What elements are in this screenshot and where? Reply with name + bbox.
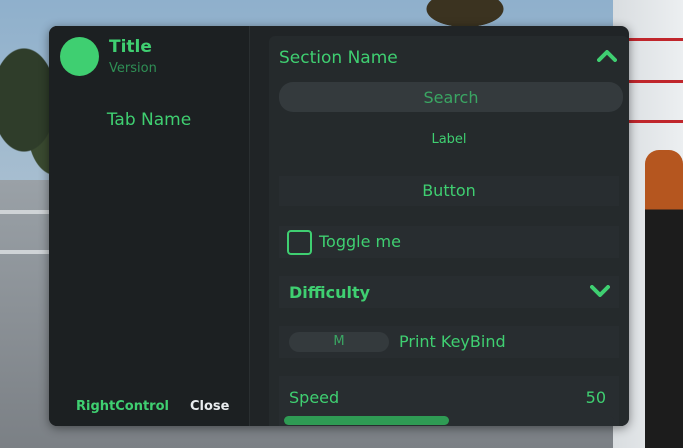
- avatar: [60, 37, 99, 76]
- difficulty-dropdown[interactable]: Difficulty: [279, 276, 619, 308]
- window-title: Title: [109, 37, 152, 57]
- keybind-row: M Print KeyBind: [279, 326, 619, 358]
- section-panel: Section Name Label Button Toggle me Diff…: [269, 36, 629, 426]
- section-title: Section Name: [279, 48, 398, 68]
- slider-track[interactable]: [284, 416, 614, 425]
- action-button[interactable]: Button: [279, 176, 619, 206]
- character: [645, 150, 683, 448]
- close-button[interactable]: Close: [190, 399, 229, 414]
- keybind-label: Print KeyBind: [399, 332, 506, 351]
- dropdown-label: Difficulty: [289, 283, 371, 302]
- keybind-button[interactable]: M: [289, 332, 389, 352]
- ui-window: Title Version Tab Name RightControl Clos…: [49, 26, 629, 426]
- sidebar: Title Version Tab Name RightControl Clos…: [49, 26, 250, 426]
- speed-slider: Speed 50: [279, 376, 619, 426]
- chevron-down-icon: [590, 285, 610, 297]
- toggle-row[interactable]: Toggle me: [279, 226, 619, 258]
- toggle-label: Toggle me: [319, 232, 401, 251]
- section-header[interactable]: Section Name: [269, 36, 619, 74]
- tab-item[interactable]: Tab Name: [49, 110, 249, 130]
- chevron-up-icon[interactable]: [597, 50, 617, 62]
- label-text: Label: [431, 132, 467, 147]
- slider-label: Speed: [289, 388, 340, 407]
- slider-value: 50: [585, 388, 606, 407]
- slider-fill[interactable]: [284, 416, 449, 425]
- window-version: Version: [109, 61, 157, 76]
- search-input[interactable]: [279, 82, 623, 112]
- toggle-key-label: RightControl: [76, 399, 169, 414]
- checkbox[interactable]: [287, 230, 312, 255]
